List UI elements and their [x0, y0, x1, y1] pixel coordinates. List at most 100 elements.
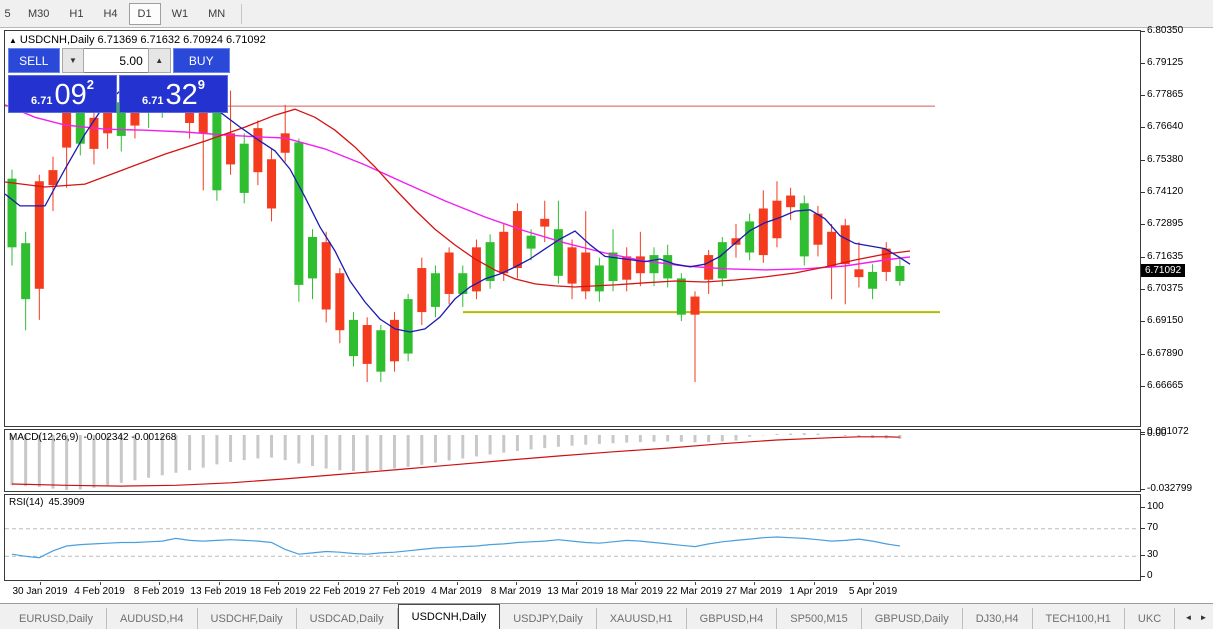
rsi-axis-label: 30 [1147, 549, 1158, 560]
date-tick [100, 582, 101, 585]
timeframe-button-w1[interactable]: W1 [163, 3, 198, 25]
date-label: 22 Mar 2019 [666, 586, 722, 597]
date-tick [338, 582, 339, 585]
date-tick [635, 582, 636, 585]
sell-price-big: 09 [54, 81, 86, 110]
date-label: 27 Mar 2019 [726, 586, 782, 597]
price-chart-pane[interactable]: ▲USDCNH,Daily 6.71369 6.71632 6.70924 6.… [4, 30, 1141, 427]
price-axis-label: 6.76640 [1147, 121, 1183, 132]
timeframe-button-h1[interactable]: H1 [60, 3, 92, 25]
timeframe-button-d1[interactable]: D1 [129, 3, 161, 25]
timeframe-toolbar: 5M30H1H4D1W1MN [0, 0, 1213, 28]
chart-tab-usdcnh-daily[interactable]: USDCNH,Daily [398, 604, 501, 629]
volume-decrease-button[interactable]: ▼ [62, 48, 85, 73]
rsi-chart[interactable] [5, 495, 1140, 580]
chart-symbol: USDCNH,Daily [20, 34, 95, 46]
sell-button[interactable]: SELL [8, 48, 60, 73]
rsi-pane[interactable]: RSI(14)45.3909 [4, 494, 1141, 581]
chart-tab-audusd-h4[interactable]: AUDUSD,H4 [107, 608, 198, 629]
chart-tab-gbpusd-daily[interactable]: GBPUSD,Daily [862, 608, 963, 629]
buy-price-prefix: 6.71 [142, 95, 163, 107]
chart-title: ▲USDCNH,Daily 6.71369 6.71632 6.70924 6.… [9, 34, 266, 46]
chart-tab-usdjpy-daily[interactable]: USDJPY,Daily [500, 608, 597, 629]
date-label: 1 Apr 2019 [789, 586, 837, 597]
mt4-window: 5M30H1H4D1W1MN ▲USDCNH,Daily 6.71369 6.7… [0, 0, 1213, 629]
price-axis-label: 6.67890 [1147, 348, 1183, 359]
date-tick [219, 582, 220, 585]
chart-tab-tech100-h1[interactable]: TECH100,H1 [1033, 608, 1125, 629]
chart-tab-xauusd-h1[interactable]: XAUUSD,H1 [597, 608, 687, 629]
date-label: 13 Feb 2019 [190, 586, 246, 597]
chevron-down-icon: ▼ [69, 56, 77, 65]
date-label: 4 Mar 2019 [431, 586, 482, 597]
chart-tab-dj30-h4[interactable]: DJ30,H4 [963, 608, 1033, 629]
buy-price-big: 32 [165, 81, 197, 110]
date-tick [397, 582, 398, 585]
sell-price-prefix: 6.71 [31, 95, 52, 107]
price-axis-label: 6.75380 [1147, 154, 1183, 165]
date-tick [159, 582, 160, 585]
date-tick [695, 582, 696, 585]
price-axis-label: 6.70375 [1147, 283, 1183, 294]
chart-tab-eurusd-daily[interactable]: EURUSD,Daily [6, 608, 107, 629]
toolbar-separator [241, 4, 242, 24]
one-click-trading-panel: SELL ▼ 5.00 ▲ BUY 6.71 09 2 6.71 32 9 [8, 48, 230, 114]
date-tick [40, 582, 41, 585]
price-axis-label: 6.71635 [1147, 251, 1183, 262]
timeframe-button-h4[interactable]: H4 [94, 3, 126, 25]
date-tick [576, 582, 577, 585]
date-label: 22 Feb 2019 [309, 586, 365, 597]
chart-ohlc: 6.71369 6.71632 6.70924 6.71092 [98, 34, 266, 46]
date-label: 8 Mar 2019 [491, 586, 542, 597]
timeframe-button-m30[interactable]: M30 [19, 3, 58, 25]
collapse-arrow-icon[interactable]: ▲ [9, 36, 17, 45]
date-tick [873, 582, 874, 585]
price-axis-label: 6.77865 [1147, 89, 1183, 100]
buy-price-pip: 9 [198, 77, 205, 92]
chart-tab-sp500-m15[interactable]: SP500,M15 [777, 608, 861, 629]
chart-tab-usdchf-daily[interactable]: USDCHF,Daily [198, 608, 297, 629]
date-label: 18 Mar 2019 [607, 586, 663, 597]
price-axis-label: 6.69150 [1147, 315, 1183, 326]
date-label: 30 Jan 2019 [12, 586, 67, 597]
price-axis-label: 6.80350 [1147, 25, 1183, 36]
rsi-axis-label: 100 [1147, 501, 1164, 512]
price-axis-label: 6.79125 [1147, 57, 1183, 68]
date-label: 18 Feb 2019 [250, 586, 306, 597]
timeframe-button-mn[interactable]: MN [199, 3, 234, 25]
price-axis[interactable]: 6.80350 6.79125 6.77865 6.76640 6.75380 6.741… [1141, 28, 1213, 603]
date-label: 13 Mar 2019 [547, 586, 603, 597]
price-axis-label: 6.74120 [1147, 186, 1183, 197]
rsi-axis-label: 70 [1147, 522, 1158, 533]
date-label: 8 Feb 2019 [134, 586, 185, 597]
tab-scroll-controls: ◄► [1181, 610, 1211, 625]
price-axis-label: 6.72895 [1147, 218, 1183, 229]
buy-button[interactable]: BUY [173, 48, 230, 73]
date-tick [754, 582, 755, 585]
chart-tab-gbpusd-h4[interactable]: GBPUSD,H4 [687, 608, 778, 629]
timeframe-button-5[interactable]: 5 [1, 3, 17, 25]
chart-tab-ukc[interactable]: UKC [1125, 608, 1175, 629]
current-price-tag: 6.71092 [1141, 264, 1185, 277]
date-label: 4 Feb 2019 [74, 586, 125, 597]
rsi-value: 45.3909 [48, 497, 84, 508]
date-axis[interactable]: 30 Jan 2019 4 Feb 2019 8 Feb 2019 13 Feb 20… [4, 582, 1141, 602]
buy-price-button[interactable]: 6.71 32 9 [119, 75, 228, 113]
volume-input[interactable]: 5.00 [84, 48, 147, 73]
macd-axis-label: -0.032799 [1147, 483, 1192, 494]
chevron-up-icon: ▲ [155, 56, 163, 65]
date-tick [814, 582, 815, 585]
rsi-axis-label: 0 [1147, 570, 1153, 581]
sell-price-button[interactable]: 6.71 09 2 [8, 75, 117, 113]
chart-tab-usdcad-daily[interactable]: USDCAD,Daily [297, 608, 398, 629]
date-tick [457, 582, 458, 585]
sell-price-pip: 2 [87, 77, 94, 92]
price-axis-label: 6.66665 [1147, 380, 1183, 391]
macd-pane[interactable]: MACD(12,26,9)-0.002342 -0.001268 [4, 429, 1141, 492]
chart-tab-bar: EURUSD,DailyAUDUSD,H4USDCHF,DailyUSDCAD,… [0, 603, 1213, 629]
macd-label: MACD(12,26,9)-0.002342 -0.001268 [9, 432, 181, 443]
volume-increase-button[interactable]: ▲ [148, 48, 171, 73]
tab-scroll-right-icon[interactable]: ► [1196, 610, 1211, 625]
date-tick [516, 582, 517, 585]
tab-scroll-left-icon[interactable]: ◄ [1181, 610, 1196, 625]
